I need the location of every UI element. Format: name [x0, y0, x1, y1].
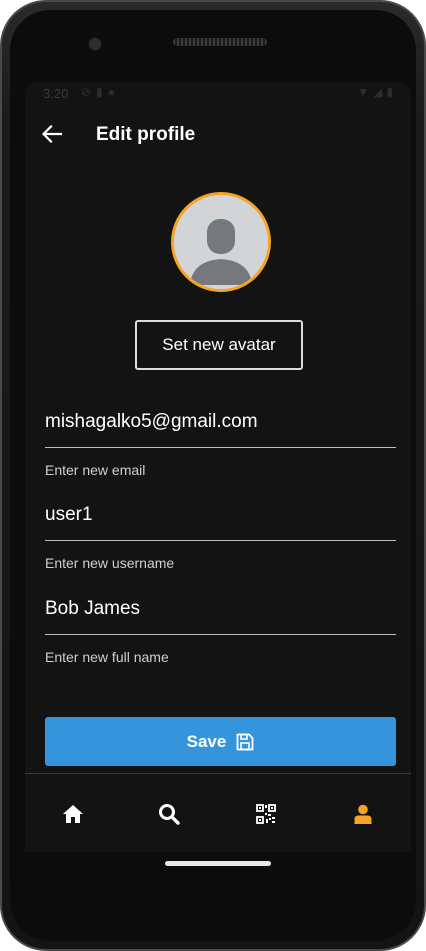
status-icons-left: ⊘▮●	[81, 85, 120, 99]
page-title: Edit profile	[96, 124, 196, 145]
set-avatar-button[interactable]: Set new avatar	[135, 320, 303, 370]
wifi-icon: ▼	[357, 85, 374, 99]
arrow-left-icon[interactable]	[39, 122, 65, 146]
person-icon	[354, 804, 372, 824]
full-name-field-group: Enter new full name	[45, 594, 396, 665]
username-field-group: Enter new username	[45, 500, 396, 571]
status-icons-right: ▼◢▮	[357, 85, 397, 99]
save-button[interactable]: Save	[45, 717, 396, 766]
sync-icon: ●	[107, 85, 120, 99]
home-indicator[interactable]	[165, 861, 271, 866]
signal-icon: ◢	[373, 85, 387, 99]
username-helper-text: Enter new username	[45, 555, 175, 571]
full-name-field[interactable]	[45, 594, 396, 624]
battery-icon: ▮	[386, 85, 397, 99]
nav-item-qr[interactable]	[218, 774, 314, 852]
sim-icon: ▮	[96, 85, 108, 99]
person-icon	[174, 195, 268, 289]
phone-frame: 3:20 ⊘▮● ▼◢▮ Edit profile Set new avatar…	[0, 0, 426, 951]
qr-code-icon	[256, 803, 276, 824]
dnd-icon: ⊘	[81, 85, 97, 99]
full-name-helper-text: Enter new full name	[45, 649, 169, 665]
email-underline	[45, 447, 396, 448]
bottom-nav	[25, 773, 411, 852]
avatar[interactable]	[171, 192, 271, 292]
username-field[interactable]	[45, 500, 396, 530]
front-camera	[87, 36, 103, 52]
full-name-underline	[45, 634, 396, 635]
home-icon	[63, 804, 83, 823]
search-icon	[159, 803, 180, 825]
email-field[interactable]	[45, 407, 396, 437]
email-helper-text: Enter new email	[45, 462, 146, 478]
save-button-label: Save	[186, 731, 227, 751]
nav-item-home[interactable]	[25, 774, 121, 852]
email-field-group: Enter new email	[45, 407, 396, 478]
status-bar: 3:20 ⊘▮● ▼◢▮	[25, 82, 411, 106]
username-underline	[45, 540, 396, 541]
app-bar: Edit profile	[25, 112, 411, 156]
nav-item-profile[interactable]	[315, 774, 411, 852]
nav-item-search[interactable]	[121, 774, 217, 852]
app-screen: 3:20 ⊘▮● ▼◢▮ Edit profile Set new avatar…	[25, 82, 411, 852]
earpiece-speaker	[173, 38, 267, 46]
status-time: 3:20	[43, 86, 69, 101]
floppy-disk-icon	[236, 733, 254, 750]
